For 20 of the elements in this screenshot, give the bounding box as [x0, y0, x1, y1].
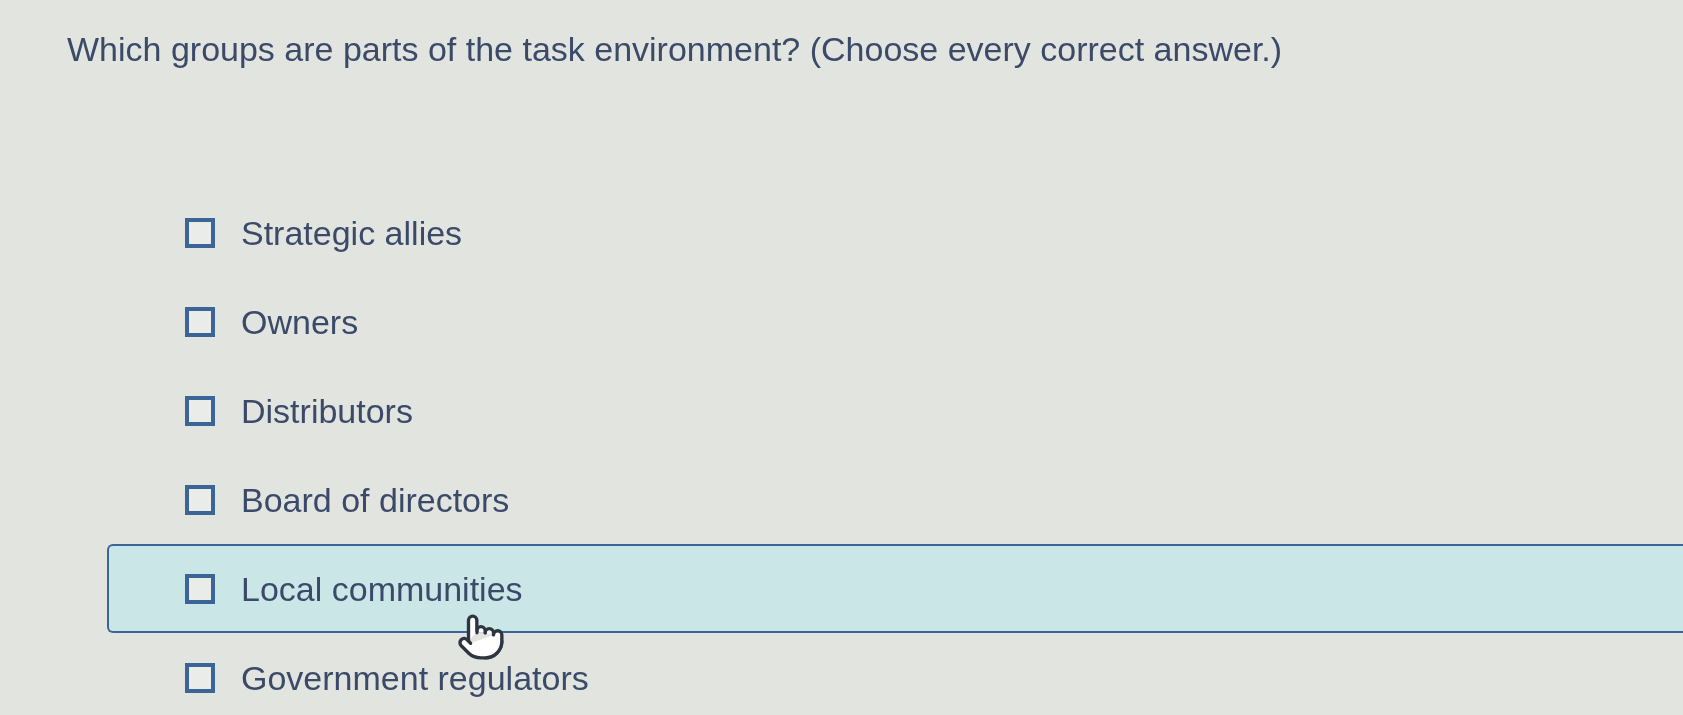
option-label: Strategic allies	[241, 215, 463, 250]
option-label: Local communities	[241, 571, 523, 606]
answer-option[interactable]: Local communities	[107, 544, 1683, 633]
answer-option[interactable]: Board of directors	[107, 455, 1683, 544]
checkbox[interactable]	[185, 573, 215, 604]
option-label: Owners	[241, 304, 359, 339]
answer-option[interactable]: Government regulators	[107, 633, 1683, 715]
option-label: Distributors	[241, 393, 413, 428]
answer-option[interactable]: Owners	[107, 277, 1683, 366]
answer-option[interactable]: Distributors	[107, 366, 1683, 455]
checkbox[interactable]	[185, 484, 215, 515]
hand-pointer-icon	[456, 612, 506, 662]
checkbox[interactable]	[185, 217, 215, 248]
checkbox[interactable]	[185, 662, 215, 693]
option-label: Board of directors	[241, 482, 510, 517]
question-text: Which groups are parts of the task environment? (Choose every correct answer.)	[67, 29, 1283, 70]
checkbox[interactable]	[185, 395, 215, 426]
answer-option[interactable]: Strategic allies	[107, 188, 1683, 277]
checkbox[interactable]	[185, 306, 215, 337]
option-label: Government regulators	[241, 660, 589, 695]
